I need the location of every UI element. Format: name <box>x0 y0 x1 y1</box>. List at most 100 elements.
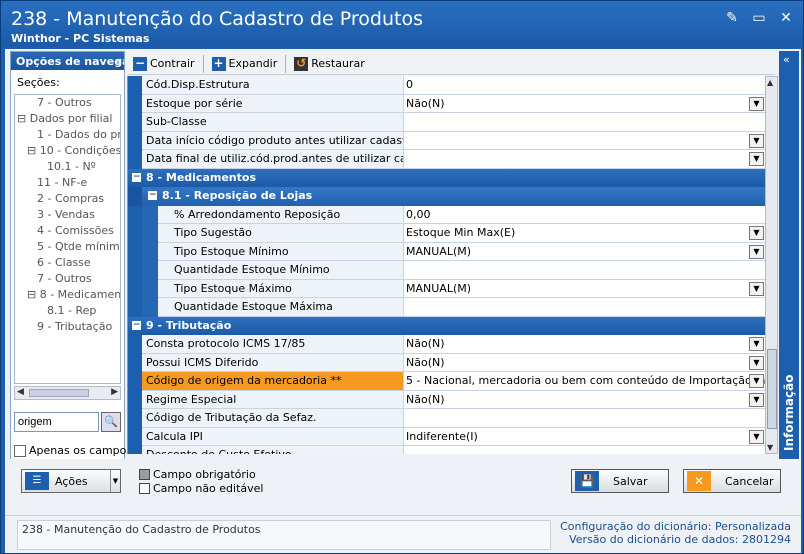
property-row[interactable]: Sub-Classe <box>128 113 765 132</box>
dropdown-arrow-icon[interactable]: ▼ <box>749 152 764 166</box>
restore-button[interactable]: ↺ Restaurar <box>288 54 370 74</box>
dropdown-arrow-icon[interactable]: ▼ <box>749 429 764 444</box>
collapse-panel-icon[interactable]: « <box>115 54 122 67</box>
tree-item[interactable]: 2 - Compras <box>15 191 120 207</box>
property-row[interactable]: Cód.Disp.Estrutura 0 <box>128 76 765 95</box>
property-row[interactable]: Data final de utiliz.cód.prod.antes de u… <box>128 150 765 169</box>
tree-item[interactable]: ⊟ 8 - Medicamentos <box>15 287 120 303</box>
version-label: Versão do dicionário de dados: <box>569 533 739 546</box>
edit-window-icon[interactable]: ✎ <box>723 9 741 27</box>
property-row[interactable]: Quantidade Estoque Máxima <box>128 298 765 317</box>
tree-item[interactable]: 3 - Vendas <box>15 207 120 223</box>
dropdown-arrow-icon[interactable]: ▼ <box>749 355 764 370</box>
selected-property-row[interactable]: Código de origem da mercadoria ** 5 - Nac… <box>128 372 765 391</box>
property-row[interactable]: Consta protocolo ICMS 17/85 Não(N) ▼ <box>128 335 765 354</box>
dropdown-arrow-icon[interactable]: ▼ <box>749 281 764 296</box>
search-button[interactable]: 🔍 <box>101 412 121 432</box>
property-value[interactable] <box>403 298 765 317</box>
tree-toggle-icon[interactable]: ⊟ <box>17 112 30 125</box>
property-row[interactable]: Tipo Estoque Mínimo MANUAL(M) ▼ <box>128 242 765 261</box>
status-text: 238 - Manutenção do Cadastro de Produtos <box>17 520 551 550</box>
property-row[interactable]: Possui ICMS Diferido Não(N) ▼ <box>128 353 765 372</box>
search-input[interactable] <box>14 412 99 432</box>
tree-item[interactable]: ⊟ Dados por filial <box>15 111 120 127</box>
property-value[interactable]: 0,00 <box>403 205 765 224</box>
property-value[interactable]: Indiferente(I) ▼ <box>403 427 765 446</box>
tree-item[interactable]: 7 - Outros <box>15 271 120 287</box>
tree-item[interactable]: 9 - Tributação <box>15 319 120 335</box>
scroll-thumb[interactable] <box>29 389 89 397</box>
property-value[interactable]: 5 - Nacional, mercadoria ou bem com cont… <box>403 372 765 391</box>
chevron-down-icon[interactable]: ▼ <box>110 470 120 492</box>
tree-item[interactable]: 10.1 - Nº <box>15 159 120 175</box>
expand-button[interactable]: + Expandir <box>206 54 284 74</box>
property-value[interactable] <box>403 113 765 132</box>
property-value[interactable] <box>403 261 765 280</box>
sections-tree[interactable]: 7 - Outros ⊟ Dados por filial 1 - Dados do… <box>14 94 121 384</box>
grid-vertical-scrollbar[interactable]: ▲ ▼ <box>765 76 778 454</box>
actions-button[interactable]: ☰ Ações ▼ <box>21 469 121 493</box>
category-header[interactable]: −8 - Medicamentos <box>128 168 765 187</box>
dropdown-arrow-icon[interactable]: ▼ <box>749 244 764 259</box>
dropdown-arrow-icon[interactable]: ▼ <box>749 337 764 351</box>
tree-item[interactable]: 11 - NF-e <box>15 175 120 191</box>
tree-item[interactable]: 4 - Comissões <box>15 223 120 239</box>
dropdown-arrow-icon[interactable]: ▼ <box>749 96 764 111</box>
property-row[interactable]: Tipo Sugestão Estoque Min Max(E) ▼ <box>128 224 765 243</box>
property-value[interactable]: Estoque Min Max(E) ▼ <box>403 224 765 243</box>
property-value[interactable]: 0 <box>403 76 765 95</box>
category-header[interactable]: −9 - Tributação <box>128 316 765 335</box>
property-value[interactable]: Não(N) ▼ <box>403 353 765 372</box>
tree-horizontal-scrollbar[interactable]: ◀ ▶ <box>14 386 121 400</box>
property-value[interactable]: Não(N) ▼ <box>403 390 765 409</box>
scroll-down-icon[interactable]: ▼ <box>767 443 773 452</box>
collapse-button[interactable]: − Contrair <box>127 54 201 74</box>
property-value[interactable]: ▼ <box>403 131 765 150</box>
property-row[interactable]: Calcula IPI Indiferente(I) ▼ <box>128 427 765 446</box>
dropdown-arrow-icon[interactable]: ▼ <box>749 374 764 388</box>
tree-item[interactable]: 6 - Classe <box>15 255 120 271</box>
collapse-category-icon[interactable]: − <box>132 320 141 330</box>
dropdown-arrow-icon[interactable]: ▼ <box>749 226 764 240</box>
dropdown-arrow-icon[interactable]: ▼ <box>749 133 764 148</box>
tree-item[interactable]: ⊟ 10 - Condições <box>15 143 120 159</box>
property-row[interactable]: Desconto de Custo Efetivo <box>128 446 765 454</box>
cancel-button[interactable]: ✕ Cancelar <box>683 469 781 493</box>
scroll-up-icon[interactable]: ▲ <box>767 78 773 87</box>
property-value[interactable]: Não(N) ▼ <box>403 94 765 113</box>
tree-item[interactable]: 5 - Qtde mínima <box>15 239 120 255</box>
property-value[interactable]: MANUAL(M) ▼ <box>403 279 765 298</box>
tree-toggle-icon[interactable]: ⊟ <box>27 288 40 301</box>
property-row[interactable]: Tipo Estoque Máximo MANUAL(M) ▼ <box>128 279 765 298</box>
category-header[interactable]: −8.1 - Reposição de Lojas <box>128 187 765 206</box>
collapse-category-icon[interactable]: − <box>148 191 157 200</box>
info-panel[interactable]: « Informação <box>779 51 799 461</box>
property-row[interactable]: Estoque por série Não(N) ▼ <box>128 94 765 113</box>
scroll-right-icon[interactable]: ▶ <box>111 387 118 397</box>
property-row[interactable]: Data início código produto antes utiliza… <box>128 131 765 150</box>
tree-item[interactable]: 8.1 - Rep <box>15 303 120 319</box>
scroll-left-icon[interactable]: ◀ <box>17 387 24 397</box>
tree-item[interactable]: 7 - Outros <box>15 95 120 111</box>
collapse-category-icon[interactable]: − <box>132 172 141 182</box>
property-value[interactable]: MANUAL(M) ▼ <box>403 242 765 261</box>
tree-toggle-icon[interactable]: ⊟ <box>27 144 40 157</box>
property-value[interactable]: Não(N) ▼ <box>403 335 765 354</box>
property-value[interactable]: ▼ <box>403 150 765 169</box>
property-value[interactable] <box>403 446 765 454</box>
grid-scroll-thumb[interactable] <box>767 349 777 429</box>
minus-icon: − <box>133 55 147 71</box>
only-fields-checkbox[interactable] <box>14 445 26 457</box>
property-row[interactable]: Regime Especial Não(N) ▼ <box>128 390 765 409</box>
property-row[interactable]: % Arredondamento Reposição 0,00 <box>128 205 765 224</box>
close-button[interactable]: ✕ <box>777 9 795 27</box>
only-fields-option[interactable]: Apenas os campos <box>14 444 132 457</box>
minimize-button[interactable]: ▭ <box>750 9 768 27</box>
property-value[interactable] <box>403 409 765 428</box>
tree-item[interactable]: 1 - Dados do produto <box>15 127 120 143</box>
expand-info-icon[interactable]: « <box>783 53 790 66</box>
property-row[interactable]: Quantidade Estoque Mínimo <box>128 261 765 280</box>
property-row[interactable]: Código de Tributação da Sefaz. <box>128 409 765 428</box>
dropdown-arrow-icon[interactable]: ▼ <box>749 392 764 407</box>
save-button[interactable]: 💾 Salvar <box>571 469 669 493</box>
